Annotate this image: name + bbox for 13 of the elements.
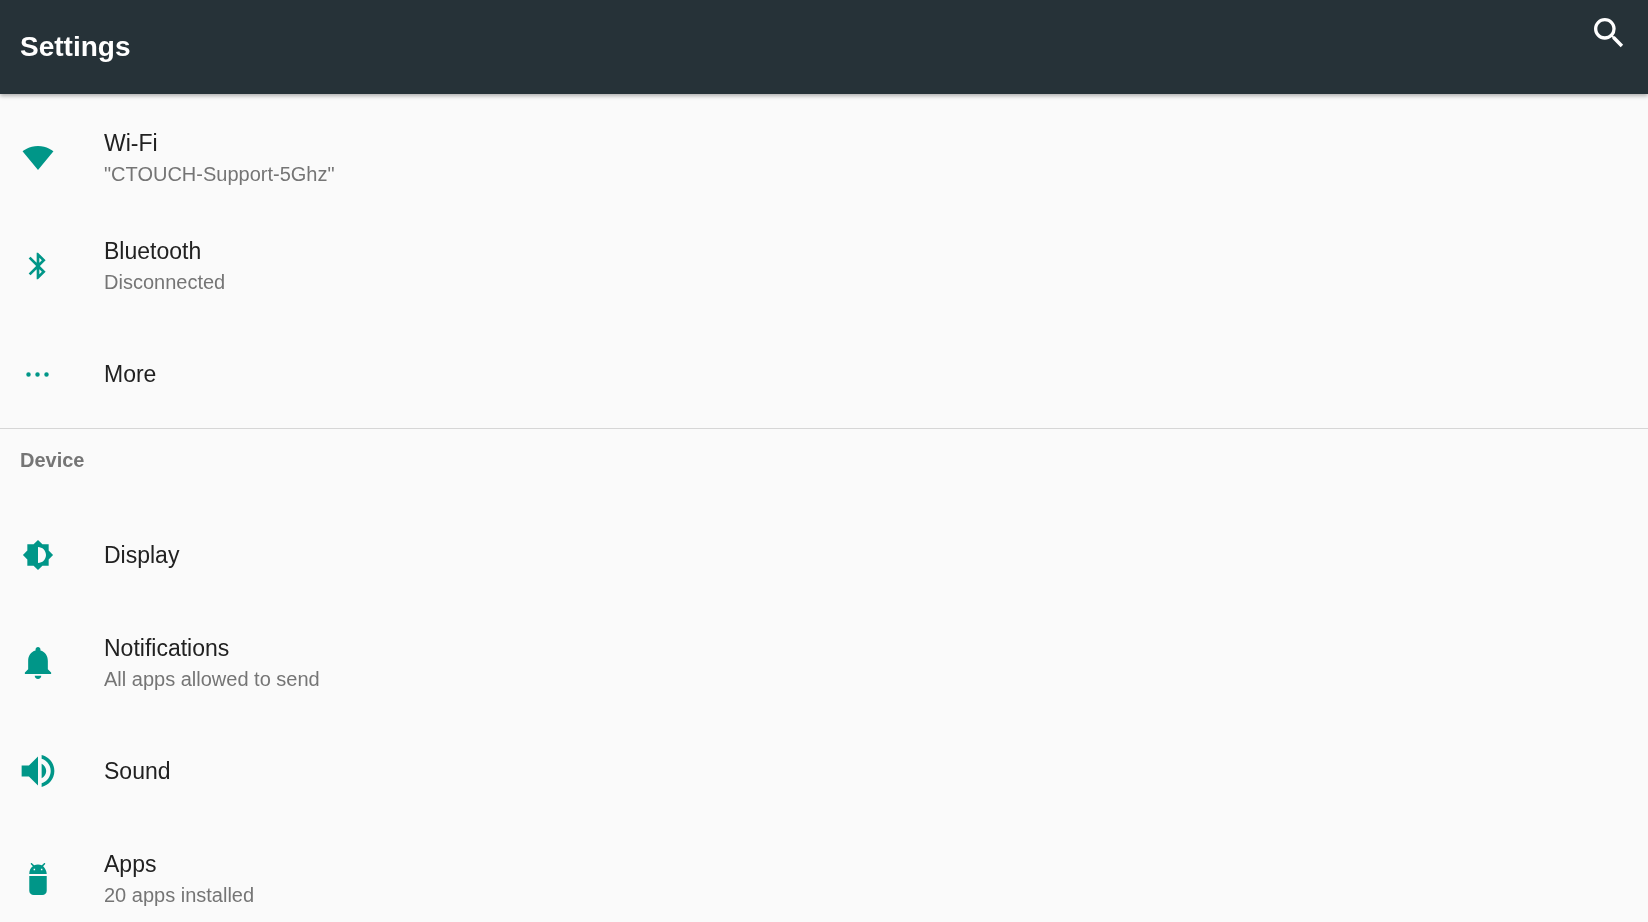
speaker-icon (20, 755, 56, 787)
settings-item[interactable]: Apps 20 apps installed (0, 825, 1648, 922)
settings-item[interactable]: Notifications All apps allowed to send (0, 609, 1648, 717)
settings-item[interactable]: More (0, 320, 1648, 428)
section-header: Device (19, 448, 86, 473)
app-title: Settings (20, 31, 131, 63)
search-icon (1594, 18, 1624, 48)
settings-item[interactable]: Display (0, 501, 1648, 609)
brightness-icon (20, 539, 56, 571)
dots-icon (24, 369, 51, 379)
settings-item[interactable]: Wi-Fi "CTOUCH-Support-5Ghz" (0, 104, 1648, 212)
settings-item[interactable]: Sound (0, 717, 1648, 825)
settings-item[interactable]: Bluetooth Disconnected (0, 212, 1648, 320)
